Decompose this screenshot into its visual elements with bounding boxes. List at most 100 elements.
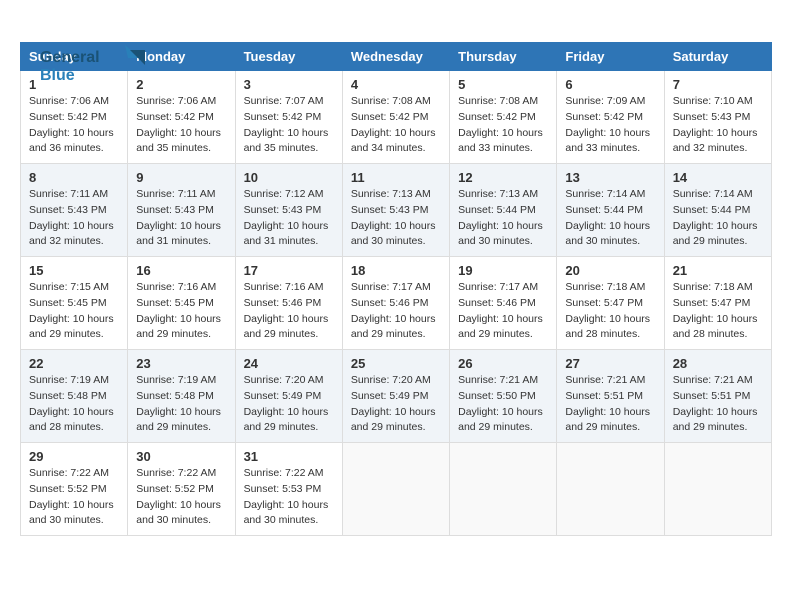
- day-info: Sunrise: 7:22 AMSunset: 5:53 PMDaylight:…: [244, 466, 334, 529]
- calendar-cell: 11 Sunrise: 7:13 AMSunset: 5:43 PMDayligh…: [342, 164, 449, 257]
- day-number: 31: [244, 449, 334, 464]
- day-info: Sunrise: 7:14 AMSunset: 5:44 PMDaylight:…: [565, 187, 655, 250]
- day-number: 12: [458, 170, 548, 185]
- day-info: Sunrise: 7:10 AMSunset: 5:43 PMDaylight:…: [673, 94, 763, 157]
- day-number: 21: [673, 263, 763, 278]
- svg-text:General: General: [40, 49, 100, 66]
- day-number: 4: [351, 77, 441, 92]
- day-info: Sunrise: 7:13 AMSunset: 5:44 PMDaylight:…: [458, 187, 548, 250]
- calendar-cell: 6 Sunrise: 7:09 AMSunset: 5:42 PMDaylight…: [557, 71, 664, 164]
- day-number: 5: [458, 77, 548, 92]
- day-info: Sunrise: 7:21 AMSunset: 5:50 PMDaylight:…: [458, 373, 548, 436]
- day-info: Sunrise: 7:20 AMSunset: 5:49 PMDaylight:…: [351, 373, 441, 436]
- top-header: General Blue: [20, 20, 772, 30]
- day-info: Sunrise: 7:06 AMSunset: 5:42 PMDaylight:…: [136, 94, 226, 157]
- calendar-cell: 4 Sunrise: 7:08 AMSunset: 5:42 PMDaylight…: [342, 71, 449, 164]
- day-number: 3: [244, 77, 334, 92]
- day-info: Sunrise: 7:22 AMSunset: 5:52 PMDaylight:…: [29, 466, 119, 529]
- day-number: 20: [565, 263, 655, 278]
- day-number: 19: [458, 263, 548, 278]
- calendar-cell: 31 Sunrise: 7:22 AMSunset: 5:53 PMDayligh…: [235, 443, 342, 536]
- day-info: Sunrise: 7:21 AMSunset: 5:51 PMDaylight:…: [565, 373, 655, 436]
- logo-svg: General Blue: [40, 40, 160, 90]
- weekday-header-saturday: Saturday: [664, 43, 771, 71]
- calendar-cell: [450, 443, 557, 536]
- calendar-cell: [557, 443, 664, 536]
- day-number: 9: [136, 170, 226, 185]
- svg-text:Blue: Blue: [40, 67, 75, 84]
- day-number: 11: [351, 170, 441, 185]
- calendar-cell: 8 Sunrise: 7:11 AMSunset: 5:43 PMDaylight…: [21, 164, 128, 257]
- day-number: 22: [29, 356, 119, 371]
- calendar-cell: 24 Sunrise: 7:20 AMSunset: 5:49 PMDayligh…: [235, 350, 342, 443]
- calendar-week-row-2: 8 Sunrise: 7:11 AMSunset: 5:43 PMDaylight…: [21, 164, 772, 257]
- day-number: 14: [673, 170, 763, 185]
- calendar-cell: 9 Sunrise: 7:11 AMSunset: 5:43 PMDaylight…: [128, 164, 235, 257]
- day-number: 15: [29, 263, 119, 278]
- day-info: Sunrise: 7:08 AMSunset: 5:42 PMDaylight:…: [458, 94, 548, 157]
- calendar-cell: 12 Sunrise: 7:13 AMSunset: 5:44 PMDayligh…: [450, 164, 557, 257]
- day-number: 8: [29, 170, 119, 185]
- day-info: Sunrise: 7:06 AMSunset: 5:42 PMDaylight:…: [29, 94, 119, 157]
- day-info: Sunrise: 7:11 AMSunset: 5:43 PMDaylight:…: [29, 187, 119, 250]
- calendar-cell: [664, 443, 771, 536]
- day-info: Sunrise: 7:19 AMSunset: 5:48 PMDaylight:…: [136, 373, 226, 436]
- calendar-cell: 25 Sunrise: 7:20 AMSunset: 5:49 PMDayligh…: [342, 350, 449, 443]
- calendar-cell: 10 Sunrise: 7:12 AMSunset: 5:43 PMDayligh…: [235, 164, 342, 257]
- calendar-week-row-3: 15 Sunrise: 7:15 AMSunset: 5:45 PMDayligh…: [21, 257, 772, 350]
- day-info: Sunrise: 7:17 AMSunset: 5:46 PMDaylight:…: [458, 280, 548, 343]
- day-info: Sunrise: 7:21 AMSunset: 5:51 PMDaylight:…: [673, 373, 763, 436]
- day-info: Sunrise: 7:16 AMSunset: 5:46 PMDaylight:…: [244, 280, 334, 343]
- day-number: 26: [458, 356, 548, 371]
- calendar-cell: 14 Sunrise: 7:14 AMSunset: 5:44 PMDayligh…: [664, 164, 771, 257]
- day-info: Sunrise: 7:13 AMSunset: 5:43 PMDaylight:…: [351, 187, 441, 250]
- weekday-header-friday: Friday: [557, 43, 664, 71]
- day-number: 13: [565, 170, 655, 185]
- day-number: 10: [244, 170, 334, 185]
- logo: General Blue: [40, 40, 160, 95]
- day-number: 24: [244, 356, 334, 371]
- calendar-week-row-4: 22 Sunrise: 7:19 AMSunset: 5:48 PMDayligh…: [21, 350, 772, 443]
- calendar-cell: 13 Sunrise: 7:14 AMSunset: 5:44 PMDayligh…: [557, 164, 664, 257]
- calendar-cell: 15 Sunrise: 7:15 AMSunset: 5:45 PMDayligh…: [21, 257, 128, 350]
- page-wrapper: General Blue SundayMondayTuesdayWednesda…: [20, 20, 772, 536]
- day-info: Sunrise: 7:20 AMSunset: 5:49 PMDaylight:…: [244, 373, 334, 436]
- day-info: Sunrise: 7:12 AMSunset: 5:43 PMDaylight:…: [244, 187, 334, 250]
- calendar-cell: 30Sunrise: 7:22 AMSunset: 5:52 PMDayligh…: [128, 443, 235, 536]
- calendar-cell: 17 Sunrise: 7:16 AMSunset: 5:46 PMDayligh…: [235, 257, 342, 350]
- calendar-week-row-5: 29 Sunrise: 7:22 AMSunset: 5:52 PMDayligh…: [21, 443, 772, 536]
- calendar-cell: 20 Sunrise: 7:18 AMSunset: 5:47 PMDayligh…: [557, 257, 664, 350]
- weekday-header-tuesday: Tuesday: [235, 43, 342, 71]
- weekday-header-wednesday: Wednesday: [342, 43, 449, 71]
- day-info: Sunrise: 7:08 AMSunset: 5:42 PMDaylight:…: [351, 94, 441, 157]
- calendar-cell: 7 Sunrise: 7:10 AMSunset: 5:43 PMDaylight…: [664, 71, 771, 164]
- day-info: Sunrise: 7:19 AMSunset: 5:48 PMDaylight:…: [29, 373, 119, 436]
- day-number: 7: [673, 77, 763, 92]
- day-number: 6: [565, 77, 655, 92]
- calendar-cell: 29 Sunrise: 7:22 AMSunset: 5:52 PMDayligh…: [21, 443, 128, 536]
- calendar-cell: 16Sunrise: 7:16 AMSunset: 5:45 PMDayligh…: [128, 257, 235, 350]
- day-info: Sunrise: 7:15 AMSunset: 5:45 PMDaylight:…: [29, 280, 119, 343]
- day-info: Sunrise: 7:07 AMSunset: 5:42 PMDaylight:…: [244, 94, 334, 157]
- calendar-body: 1Sunrise: 7:06 AMSunset: 5:42 PMDaylight…: [21, 71, 772, 536]
- calendar-cell: [342, 443, 449, 536]
- day-info: Sunrise: 7:17 AMSunset: 5:46 PMDaylight:…: [351, 280, 441, 343]
- calendar-cell: 19 Sunrise: 7:17 AMSunset: 5:46 PMDayligh…: [450, 257, 557, 350]
- calendar-cell: 5 Sunrise: 7:08 AMSunset: 5:42 PMDaylight…: [450, 71, 557, 164]
- day-info: Sunrise: 7:16 AMSunset: 5:45 PMDaylight:…: [136, 280, 226, 343]
- day-info: Sunrise: 7:18 AMSunset: 5:47 PMDaylight:…: [565, 280, 655, 343]
- day-number: 27: [565, 356, 655, 371]
- day-number: 17: [244, 263, 334, 278]
- calendar-cell: 23Sunrise: 7:19 AMSunset: 5:48 PMDayligh…: [128, 350, 235, 443]
- day-number: 30: [136, 449, 226, 464]
- weekday-header-thursday: Thursday: [450, 43, 557, 71]
- day-info: Sunrise: 7:11 AMSunset: 5:43 PMDaylight:…: [136, 187, 226, 250]
- day-number: 29: [29, 449, 119, 464]
- day-info: Sunrise: 7:14 AMSunset: 5:44 PMDaylight:…: [673, 187, 763, 250]
- calendar-cell: 26 Sunrise: 7:21 AMSunset: 5:50 PMDayligh…: [450, 350, 557, 443]
- calendar-cell: 28Sunrise: 7:21 AMSunset: 5:51 PMDayligh…: [664, 350, 771, 443]
- calendar-cell: 22 Sunrise: 7:19 AMSunset: 5:48 PMDayligh…: [21, 350, 128, 443]
- calendar-cell: 3 Sunrise: 7:07 AMSunset: 5:42 PMDaylight…: [235, 71, 342, 164]
- day-number: 25: [351, 356, 441, 371]
- day-info: Sunrise: 7:09 AMSunset: 5:42 PMDaylight:…: [565, 94, 655, 157]
